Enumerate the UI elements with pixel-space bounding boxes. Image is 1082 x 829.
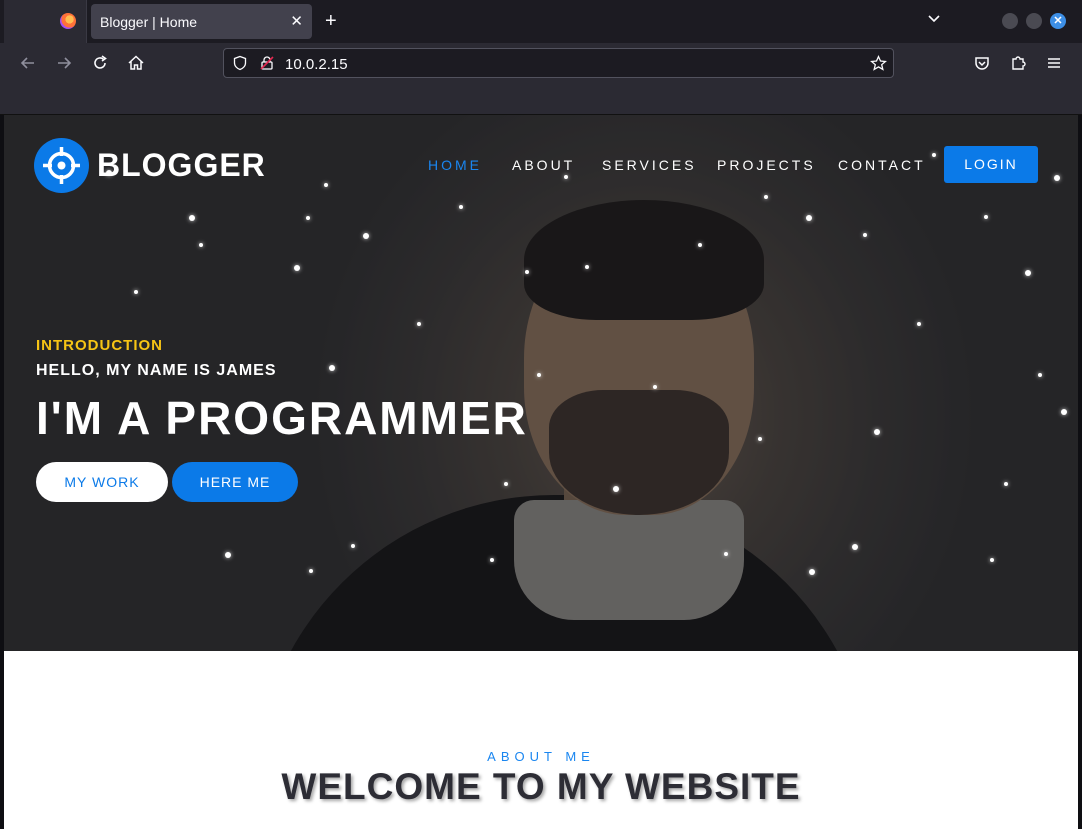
tab-blogger-home[interactable]: Blogger | Home ✕ <box>91 4 312 39</box>
browser-navigation-bar: 10.0.2.15 <box>0 43 1082 83</box>
snow-particle <box>564 175 568 179</box>
snow-particle <box>698 243 702 247</box>
snow-particle <box>199 243 203 247</box>
snow-particle <box>1061 409 1067 415</box>
snow-particle <box>324 183 328 187</box>
snow-particle <box>990 558 994 562</box>
here-me-button[interactable]: HERE ME <box>172 462 298 502</box>
hero-greeting: HELLO, MY NAME IS JAMES <box>36 362 277 379</box>
snow-particle <box>874 429 880 435</box>
window-close-button[interactable]: ✕ <box>1050 13 1066 29</box>
intro-label: INTRODUCTION <box>36 337 163 354</box>
snow-particle <box>932 153 936 157</box>
tab-close-icon[interactable]: ✕ <box>290 12 303 30</box>
snow-particle <box>294 265 300 271</box>
snow-particle <box>225 552 231 558</box>
snow-particle <box>537 373 541 377</box>
nav-projects[interactable]: PROJECTS <box>717 157 816 173</box>
snow-particle <box>724 552 728 556</box>
url-text: 10.0.2.15 <box>285 56 348 73</box>
nav-about[interactable]: ABOUT <box>512 157 575 173</box>
snow-particle <box>504 482 508 486</box>
snow-particle <box>613 486 619 492</box>
snow-particle <box>852 544 858 550</box>
firefox-view-button[interactable] <box>4 0 87 43</box>
my-work-button[interactable]: MY WORK <box>36 462 168 502</box>
reload-icon[interactable] <box>90 53 110 73</box>
snow-particle <box>329 365 335 371</box>
window-minimize-button[interactable] <box>1002 13 1018 29</box>
login-button[interactable]: LOGIN <box>944 146 1038 183</box>
page-viewport: BLOGGER HOME ABOUT SERVICES PROJECTS CON… <box>4 115 1078 829</box>
hero-headline: I'M A PROGRAMMER <box>36 392 528 444</box>
forward-arrow-icon[interactable] <box>54 53 74 73</box>
snow-particle <box>459 205 463 209</box>
logo-icon[interactable] <box>34 138 89 193</box>
bookmark-star-icon[interactable] <box>870 55 887 72</box>
snow-particle <box>758 437 762 441</box>
pocket-icon[interactable] <box>972 53 992 73</box>
snow-particle <box>917 322 921 326</box>
nav-contact[interactable]: CONTACT <box>838 157 926 173</box>
address-bar[interactable]: 10.0.2.15 <box>223 48 894 78</box>
snow-particle <box>525 270 529 274</box>
extensions-puzzle-icon[interactable] <box>1008 53 1028 73</box>
snow-particle <box>1025 270 1031 276</box>
brand-name[interactable]: BLOGGER <box>97 147 266 184</box>
snow-particle <box>309 569 313 573</box>
nav-services[interactable]: SERVICES <box>602 157 697 173</box>
shield-icon[interactable] <box>232 55 248 71</box>
snow-particle <box>806 215 812 221</box>
tab-title: Blogger | Home <box>100 14 198 30</box>
home-icon[interactable] <box>126 53 146 73</box>
snow-particle <box>984 215 988 219</box>
snow-particle <box>653 385 657 389</box>
snow-particle <box>134 290 138 294</box>
chevron-down-icon[interactable] <box>928 13 940 25</box>
snow-particle <box>490 558 494 562</box>
snow-particle <box>351 544 355 548</box>
snow-particle <box>1038 373 1042 377</box>
snow-particle <box>306 216 310 220</box>
snow-particle <box>809 569 815 575</box>
nav-home[interactable]: HOME <box>428 157 482 173</box>
snow-particle <box>585 265 589 269</box>
snow-particle <box>1004 482 1008 486</box>
crosshair-icon <box>43 147 80 184</box>
about-kicker: ABOUT ME <box>487 749 595 764</box>
hero-section: BLOGGER HOME ABOUT SERVICES PROJECTS CON… <box>4 115 1078 651</box>
snow-particle <box>363 233 369 239</box>
hamburger-menu-icon[interactable] <box>1044 53 1064 73</box>
snow-particle <box>764 195 768 199</box>
window-maximize-button[interactable] <box>1026 13 1042 29</box>
snow-particle <box>189 215 195 221</box>
snow-particle <box>417 322 421 326</box>
snow-particle <box>863 233 867 237</box>
about-title: WELCOME TO MY WEBSITE <box>281 766 801 807</box>
toolbar-spacer <box>0 83 1082 115</box>
firefox-icon <box>60 13 76 29</box>
hero-dark-overlay <box>4 115 1078 651</box>
snow-particle <box>1054 175 1060 181</box>
new-tab-button[interactable]: + <box>325 10 337 32</box>
browser-tab-bar: Blogger | Home ✕ + ✕ <box>0 0 1082 43</box>
back-arrow-icon[interactable] <box>18 53 38 73</box>
insecure-lock-icon[interactable] <box>259 55 275 71</box>
